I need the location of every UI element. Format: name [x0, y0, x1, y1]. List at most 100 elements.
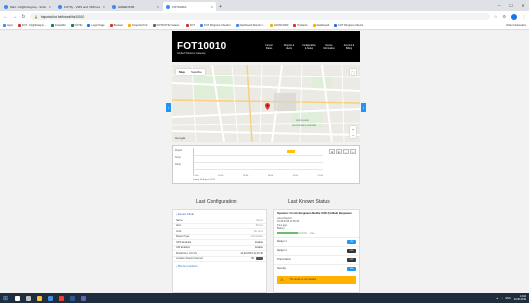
config-group-phone-numbers[interactable]: • Phone numbers: [173, 262, 266, 270]
map-zoom-controls: + −: [350, 126, 356, 138]
bookmark-icon: [87, 24, 91, 27]
url-input[interactable]: 🔒 fotportal.fot.fot/fotunit/fot10010: [30, 13, 490, 20]
config-row-value[interactable]: 11:00:2019 11:03:30: [206, 252, 263, 255]
windows-start-icon[interactable]: ⊞: [3, 295, 9, 302]
word-icon[interactable]: [70, 295, 75, 301]
config-row-value[interactable]: Enable: [206, 246, 263, 249]
status-toggle-switch[interactable]: ON: [347, 239, 356, 244]
bookmark-item[interactable]: Login Page: [87, 24, 105, 27]
config-row-value[interactable]: 60: [206, 257, 254, 260]
timeline-zoom-out-button[interactable]: −: [343, 149, 349, 154]
nav-item-configuration[interactable]: Configuration & Setup: [302, 45, 316, 50]
language-indicator[interactable]: ENG: [506, 297, 511, 300]
browser-tab[interactable]: Mail - fot@fotsignup - Schuster✕: [1, 2, 54, 11]
nav-item-device-info[interactable]: Device Information: [322, 45, 336, 50]
bookmark-item[interactable]: FOT/FOT32 Gatew...: [152, 24, 181, 27]
bookmark-icon: [3, 24, 6, 27]
reload-icon[interactable]: ↻: [21, 14, 26, 20]
browser-tab[interactable]: FOTfly - VMS and VDM testing✕: [55, 2, 108, 11]
address-bar-row: ← → ↻ 🔒 fotportal.fot.fot/fotunit/fot100…: [0, 11, 529, 22]
clock[interactable]: 14:02 30-08-2019: [514, 295, 526, 301]
bookmark-item[interactable]: FotpaNG: [51, 24, 66, 27]
map[interactable]: NORTH END SOUTH ENDS CENTER Map Satellit…: [172, 65, 360, 142]
maximize-icon[interactable]: ☐: [505, 0, 517, 11]
bookmark-item[interactable]: Apps: [3, 24, 13, 27]
bookmark-item[interactable]: Dashboard Munch c...: [235, 24, 265, 27]
bookmark-item[interactable]: FOT - fot@fotsignu...: [17, 24, 46, 27]
config-row-label: Limit: [176, 229, 182, 233]
bookmark-item[interactable]: FOT Ringtone Clients: [334, 24, 363, 27]
browser-tab-active[interactable]: FOT10010 ✕: [163, 2, 216, 11]
config-group-device-mode[interactable]: • Device Mode: [173, 210, 266, 218]
close-tab-icon[interactable]: ✕: [210, 5, 213, 9]
zoom-out-icon[interactable]: −: [350, 132, 356, 138]
timeline-controls: ◄ ► − +: [329, 149, 356, 154]
status-toggle-switch[interactable]: ON: [347, 266, 356, 271]
bookmark-item[interactable]: FOT Ringtone Checker: [200, 24, 231, 27]
bookmark-label: FotpaNG: [55, 24, 66, 27]
config-row-value[interactable]: Phone: [206, 224, 263, 227]
tab-label: Mail - fot@fotsignup - Schuster: [10, 4, 47, 9]
profile-avatar[interactable]: [511, 13, 517, 20]
back-icon[interactable]: ←: [3, 14, 8, 20]
timeline-tick: 18:00: [267, 175, 274, 177]
task-view-icon[interactable]: [26, 295, 31, 301]
timeline-tick: 12:00: [193, 175, 199, 177]
timeline-zoom-in-button[interactable]: +: [350, 149, 356, 154]
map-label: NORTH END: [296, 120, 309, 122]
timeline-prev-button[interactable]: ◄: [329, 149, 335, 154]
new-tab-button[interactable]: +: [219, 2, 222, 11]
timeline-next-button[interactable]: ►: [336, 149, 342, 154]
browser-tab[interactable]: GREENTAB ✕: [109, 2, 162, 11]
nav-item-account[interactable]: Account & Billing: [342, 45, 356, 50]
status-panel: Operator: Cronin Bergnaum Mobile 1000 (U…: [273, 209, 360, 293]
config-row-value[interactable]: Name: [206, 219, 263, 222]
fullscreen-icon[interactable]: ⛶: [350, 69, 356, 75]
nav-item-current-status[interactable]: Current Status: [262, 45, 276, 50]
teams-icon[interactable]: [81, 295, 86, 301]
menu-icon[interactable]: ⋮: [522, 14, 526, 19]
map-prev-arrow-icon[interactable]: ‹: [166, 103, 171, 112]
bookmark-item[interactable]: Products: [293, 24, 308, 27]
bookmark-item[interactable]: HOVM 0000: [270, 24, 288, 27]
status-toggle-switch[interactable]: OFF: [347, 257, 356, 262]
bookmark-item[interactable]: Dashboard: [312, 24, 329, 27]
bookmark-item[interactable]: FOTfly: [70, 24, 82, 27]
search-icon[interactable]: [15, 295, 20, 301]
config-toggle[interactable]: [256, 257, 263, 261]
close-tab-icon[interactable]: ✕: [102, 5, 105, 9]
config-row-value[interactable]: No Limit: [206, 230, 263, 233]
config-row-label: Location Report Interval: [176, 257, 203, 261]
config-row-value[interactable]: Individually: [206, 235, 263, 238]
map-tab-map[interactable]: Map: [176, 69, 188, 75]
timeline-grid[interactable]: [193, 148, 323, 174]
chrome-icon[interactable]: [59, 295, 64, 301]
bookmark-label: FOT Ringtone Clients: [338, 24, 364, 27]
bookmark-item[interactable]: Fotportal TLF: [128, 24, 148, 27]
config-row-value[interactable]: Enable: [206, 241, 263, 244]
nav-item-reports[interactable]: Reports & Alerts: [282, 45, 296, 50]
clock-date: 30-08-2019: [513, 298, 526, 301]
bookmark-icon: [334, 24, 338, 27]
warning-banner: ⚠ The device is not installed: [277, 275, 356, 284]
close-tab-icon[interactable]: ✕: [48, 5, 51, 9]
file-explorer-icon[interactable]: [37, 295, 42, 301]
bookmark-item[interactable]: FOT: [185, 24, 195, 27]
status-toggle-switch[interactable]: OFF: [347, 248, 356, 253]
close-window-icon[interactable]: ✕: [517, 0, 529, 11]
timeline-event-marker[interactable]: [287, 150, 295, 153]
minimize-icon[interactable]: ─: [493, 0, 505, 11]
map-tab-satellite[interactable]: Satellite: [188, 69, 205, 75]
close-tab-icon[interactable]: ✕: [156, 5, 159, 9]
extensions-icon[interactable]: ⚙: [502, 14, 506, 19]
forward-icon[interactable]: →: [12, 14, 17, 20]
volume-icon[interactable]: ♪: [501, 297, 502, 300]
bookmark-star-icon[interactable]: ☆: [494, 14, 498, 19]
map-next-arrow-icon[interactable]: ›: [361, 103, 366, 112]
battery-progress-fill: [277, 231, 298, 234]
mail-icon[interactable]: [48, 295, 53, 301]
network-icon[interactable]: ▲: [496, 297, 498, 300]
other-bookmarks[interactable]: Other bookmarks: [506, 24, 526, 27]
bookmark-item[interactable]: Browser: [109, 24, 123, 27]
timeline-tick: 22:00: [317, 175, 323, 177]
